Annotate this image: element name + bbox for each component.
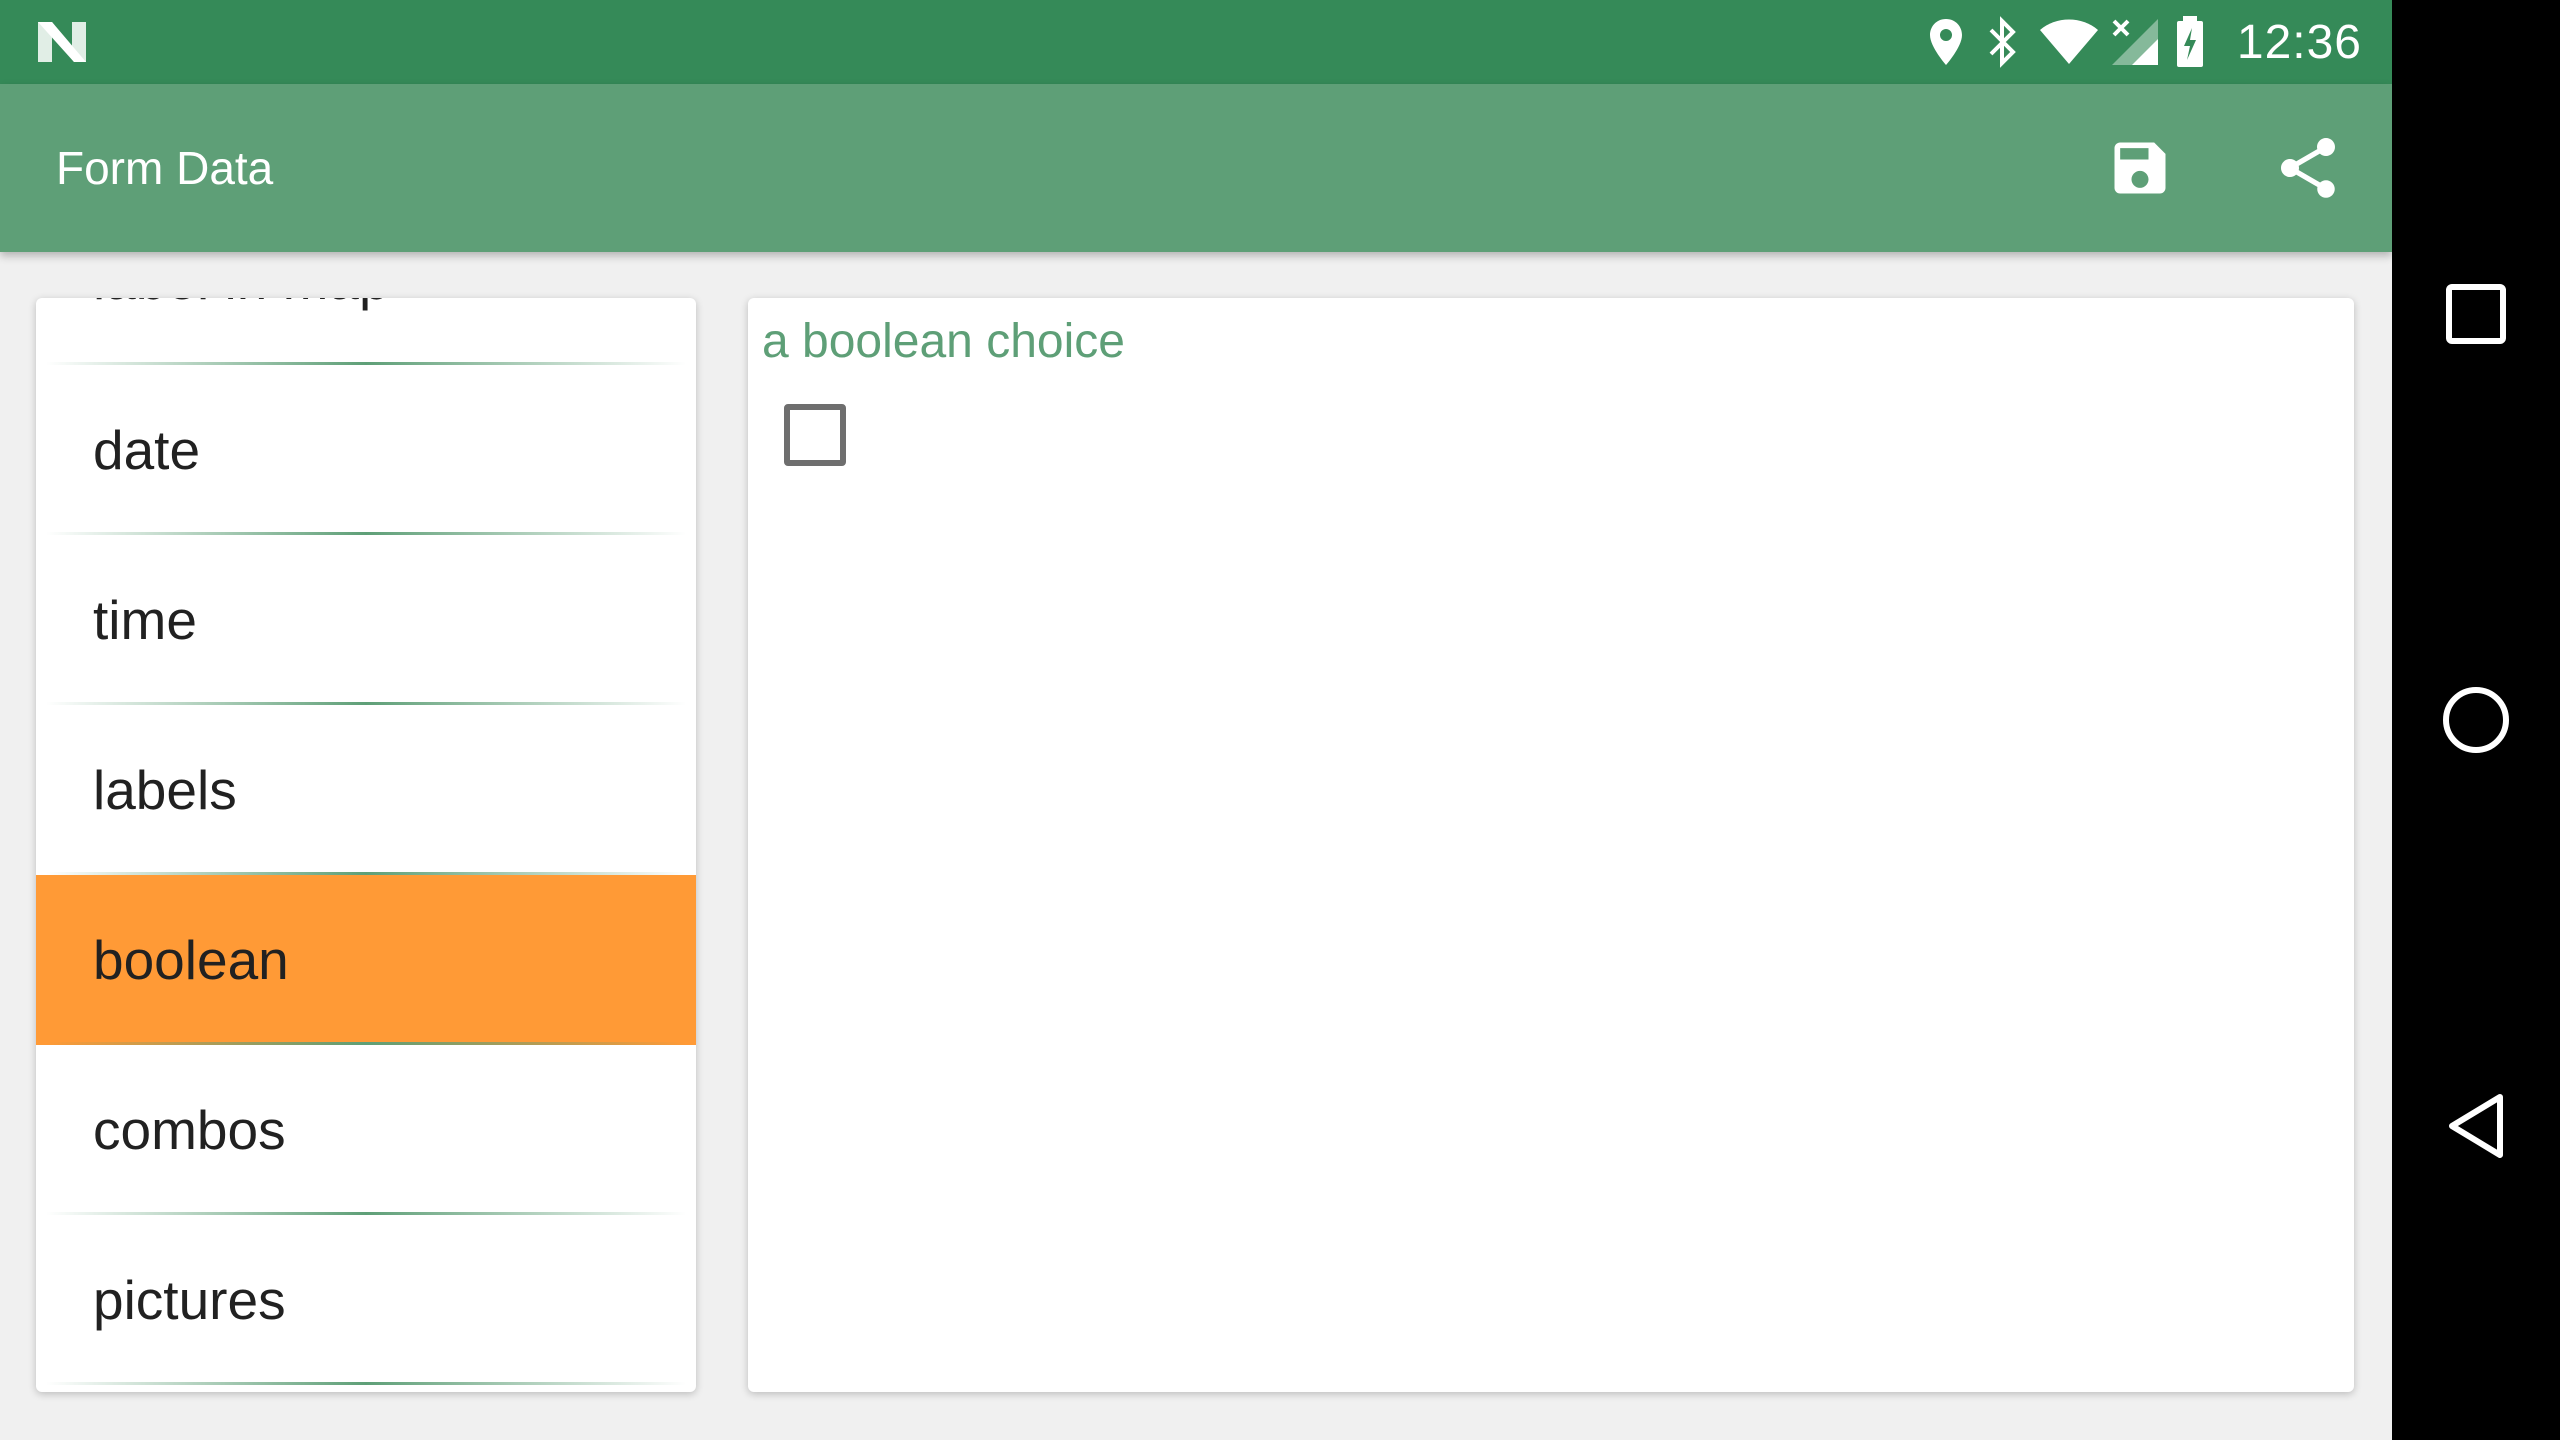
home-button[interactable] — [2426, 670, 2526, 770]
list-item-combos[interactable]: combos — [36, 1045, 696, 1215]
cell-signal-icon — [2105, 0, 2165, 84]
list-item-label-in-map[interactable]: label in map — [36, 298, 696, 365]
list-item-label: label in map — [93, 298, 390, 312]
notification-n-icon — [38, 22, 86, 62]
status-time: 12:36 — [2236, 15, 2362, 69]
recents-button[interactable] — [2426, 264, 2526, 364]
app-bar: Form Data — [0, 84, 2392, 252]
app-title: Form Data — [56, 142, 274, 194]
list-item-label: labels — [93, 759, 237, 821]
save-button[interactable] — [2096, 124, 2184, 212]
list-item-label: pictures — [93, 1269, 286, 1331]
back-button[interactable] — [2426, 1076, 2526, 1176]
share-icon — [2281, 138, 2335, 198]
boolean-checkbox[interactable] — [784, 404, 846, 466]
list-item-pictures[interactable]: pictures — [36, 1215, 696, 1385]
form-panel: a boolean choice — [748, 298, 2354, 1392]
list-item-label: time — [93, 589, 197, 651]
location-icon — [1921, 0, 1971, 84]
battery-charging-icon — [2165, 0, 2215, 84]
wifi-icon — [2033, 0, 2105, 84]
list-item-label: boolean — [93, 929, 289, 991]
share-button[interactable] — [2264, 124, 2352, 212]
navigation-bar — [2392, 0, 2560, 1440]
bluetooth-icon — [1971, 0, 2033, 84]
boolean-field-label: a boolean choice — [762, 315, 1125, 368]
app-screen: 12:36 Form Data label in map date time — [0, 0, 2392, 1440]
recents-icon — [2446, 284, 2506, 344]
list-item-time[interactable]: time — [36, 535, 696, 705]
sections-list: label in map date time labels boolean co… — [36, 298, 696, 1392]
list-item-labels[interactable]: labels — [36, 705, 696, 875]
status-icons: 12:36 — [1921, 0, 2362, 84]
back-icon — [2449, 1094, 2503, 1158]
home-icon — [2443, 687, 2509, 753]
status-bar: 12:36 — [0, 0, 2392, 84]
save-icon — [2114, 142, 2166, 194]
list-item-boolean[interactable]: boolean — [36, 875, 696, 1045]
list-item-date[interactable]: date — [36, 365, 696, 535]
list-divider — [46, 1382, 686, 1385]
list-item-label: combos — [93, 1099, 286, 1161]
list-item-label: date — [93, 419, 201, 481]
